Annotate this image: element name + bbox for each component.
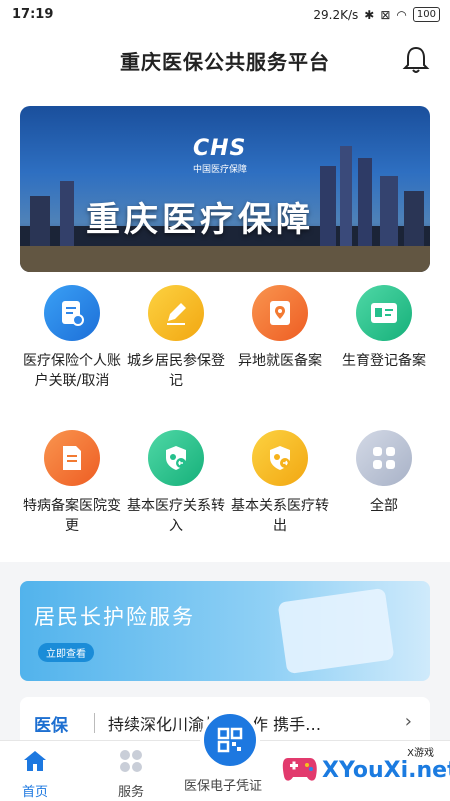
service-label: 基本医疗关系转入 bbox=[127, 498, 225, 534]
location-pin-icon bbox=[252, 285, 308, 341]
tab-label: 首页 bbox=[22, 785, 49, 800]
service-item-special-disease[interactable]: 特病备案医院变更 bbox=[20, 430, 124, 536]
service-label: 医疗保险个人账户关联/取消 bbox=[23, 353, 121, 389]
tab-home[interactable]: 首页 bbox=[22, 749, 48, 800]
service-item-remote-medical[interactable]: 异地就医备案 bbox=[228, 285, 332, 371]
chs-logo-subtitle: 中国医疗保障 bbox=[193, 165, 248, 175]
qr-code-icon bbox=[217, 727, 243, 753]
tab-label: 服务 bbox=[118, 785, 145, 800]
pencil-icon bbox=[148, 285, 204, 341]
document-link-icon bbox=[44, 285, 100, 341]
city-skyline-graphic bbox=[20, 146, 430, 272]
service-grid-icon bbox=[120, 750, 142, 772]
shield-transfer-in-icon bbox=[148, 430, 204, 486]
watermark-text: XYouXi.net bbox=[322, 758, 450, 783]
service-item-birth-registration[interactable]: 生育登记备案 bbox=[332, 285, 436, 371]
chs-logo: CHS bbox=[193, 136, 247, 161]
app-header: 重庆医保公共服务平台 bbox=[0, 30, 450, 92]
service-label: 城乡居民参保登记 bbox=[127, 353, 225, 389]
network-speed: 29.2K/s bbox=[313, 7, 359, 22]
watermark-logo: X游戏 XYouXi.net bbox=[280, 740, 450, 796]
chevron-right-icon: › bbox=[404, 711, 412, 732]
promo-button[interactable]: 立即查看 bbox=[38, 643, 94, 662]
qr-code-button[interactable] bbox=[200, 710, 260, 770]
service-label: 特病备案医院变更 bbox=[23, 498, 121, 534]
service-label: 生育登记备案 bbox=[342, 353, 426, 369]
promo-title: 居民长护险服务 bbox=[34, 605, 195, 629]
watermark-small-text: X游戏 bbox=[407, 748, 434, 759]
status-bar: 17:19 29.2K/s ✱ ⊠ ◠ 100 bbox=[0, 0, 450, 30]
page-title: 重庆医保公共服务平台 bbox=[120, 50, 330, 74]
service-label: 全部 bbox=[370, 498, 398, 514]
tab-service[interactable]: 服务 bbox=[118, 749, 144, 800]
service-label: 基本关系医疗转出 bbox=[231, 498, 329, 534]
shield-transfer-out-icon bbox=[252, 430, 308, 486]
divider bbox=[94, 713, 95, 733]
news-tag: 医保 bbox=[34, 716, 68, 736]
card-graphic bbox=[277, 587, 395, 675]
banner-headline: 重庆医疗保障 bbox=[86, 200, 314, 240]
service-item-transfer-out[interactable]: 基本关系医疗转出 bbox=[228, 430, 332, 536]
promo-banner[interactable]: 居民长护险服务 立即查看 bbox=[20, 581, 430, 681]
sim-icon: ⊠ bbox=[380, 7, 391, 22]
service-item-account-link[interactable]: 医疗保险个人账户关联/取消 bbox=[20, 285, 124, 391]
grid-all-icon bbox=[356, 430, 412, 486]
tab-label: 医保电子凭证 bbox=[184, 779, 263, 794]
bell-icon[interactable] bbox=[402, 45, 430, 75]
wifi-icon: ◠ bbox=[396, 7, 407, 22]
gamepad-icon bbox=[282, 758, 317, 781]
service-label: 异地就医备案 bbox=[238, 353, 322, 369]
banner[interactable]: CHS 中国医疗保障 重庆医疗保障 bbox=[20, 106, 430, 272]
service-item-transfer-in[interactable]: 基本医疗关系转入 bbox=[124, 430, 228, 536]
battery-icon: 100 bbox=[412, 7, 440, 22]
tab-voucher[interactable]: 医保电子凭证 bbox=[184, 771, 262, 794]
id-card-icon bbox=[356, 285, 412, 341]
service-item-all[interactable]: 全部 bbox=[332, 430, 436, 516]
status-time: 17:19 bbox=[12, 7, 54, 22]
service-item-resident-registration[interactable]: 城乡居民参保登记 bbox=[124, 285, 228, 391]
main-card: CHS 中国医疗保障 重庆医疗保障 医疗保险个人账户关联/取消 城乡居民参保登记… bbox=[0, 92, 450, 562]
bluetooth-icon: ✱ bbox=[364, 7, 375, 22]
file-edit-icon bbox=[44, 430, 100, 486]
home-icon bbox=[24, 751, 46, 771]
